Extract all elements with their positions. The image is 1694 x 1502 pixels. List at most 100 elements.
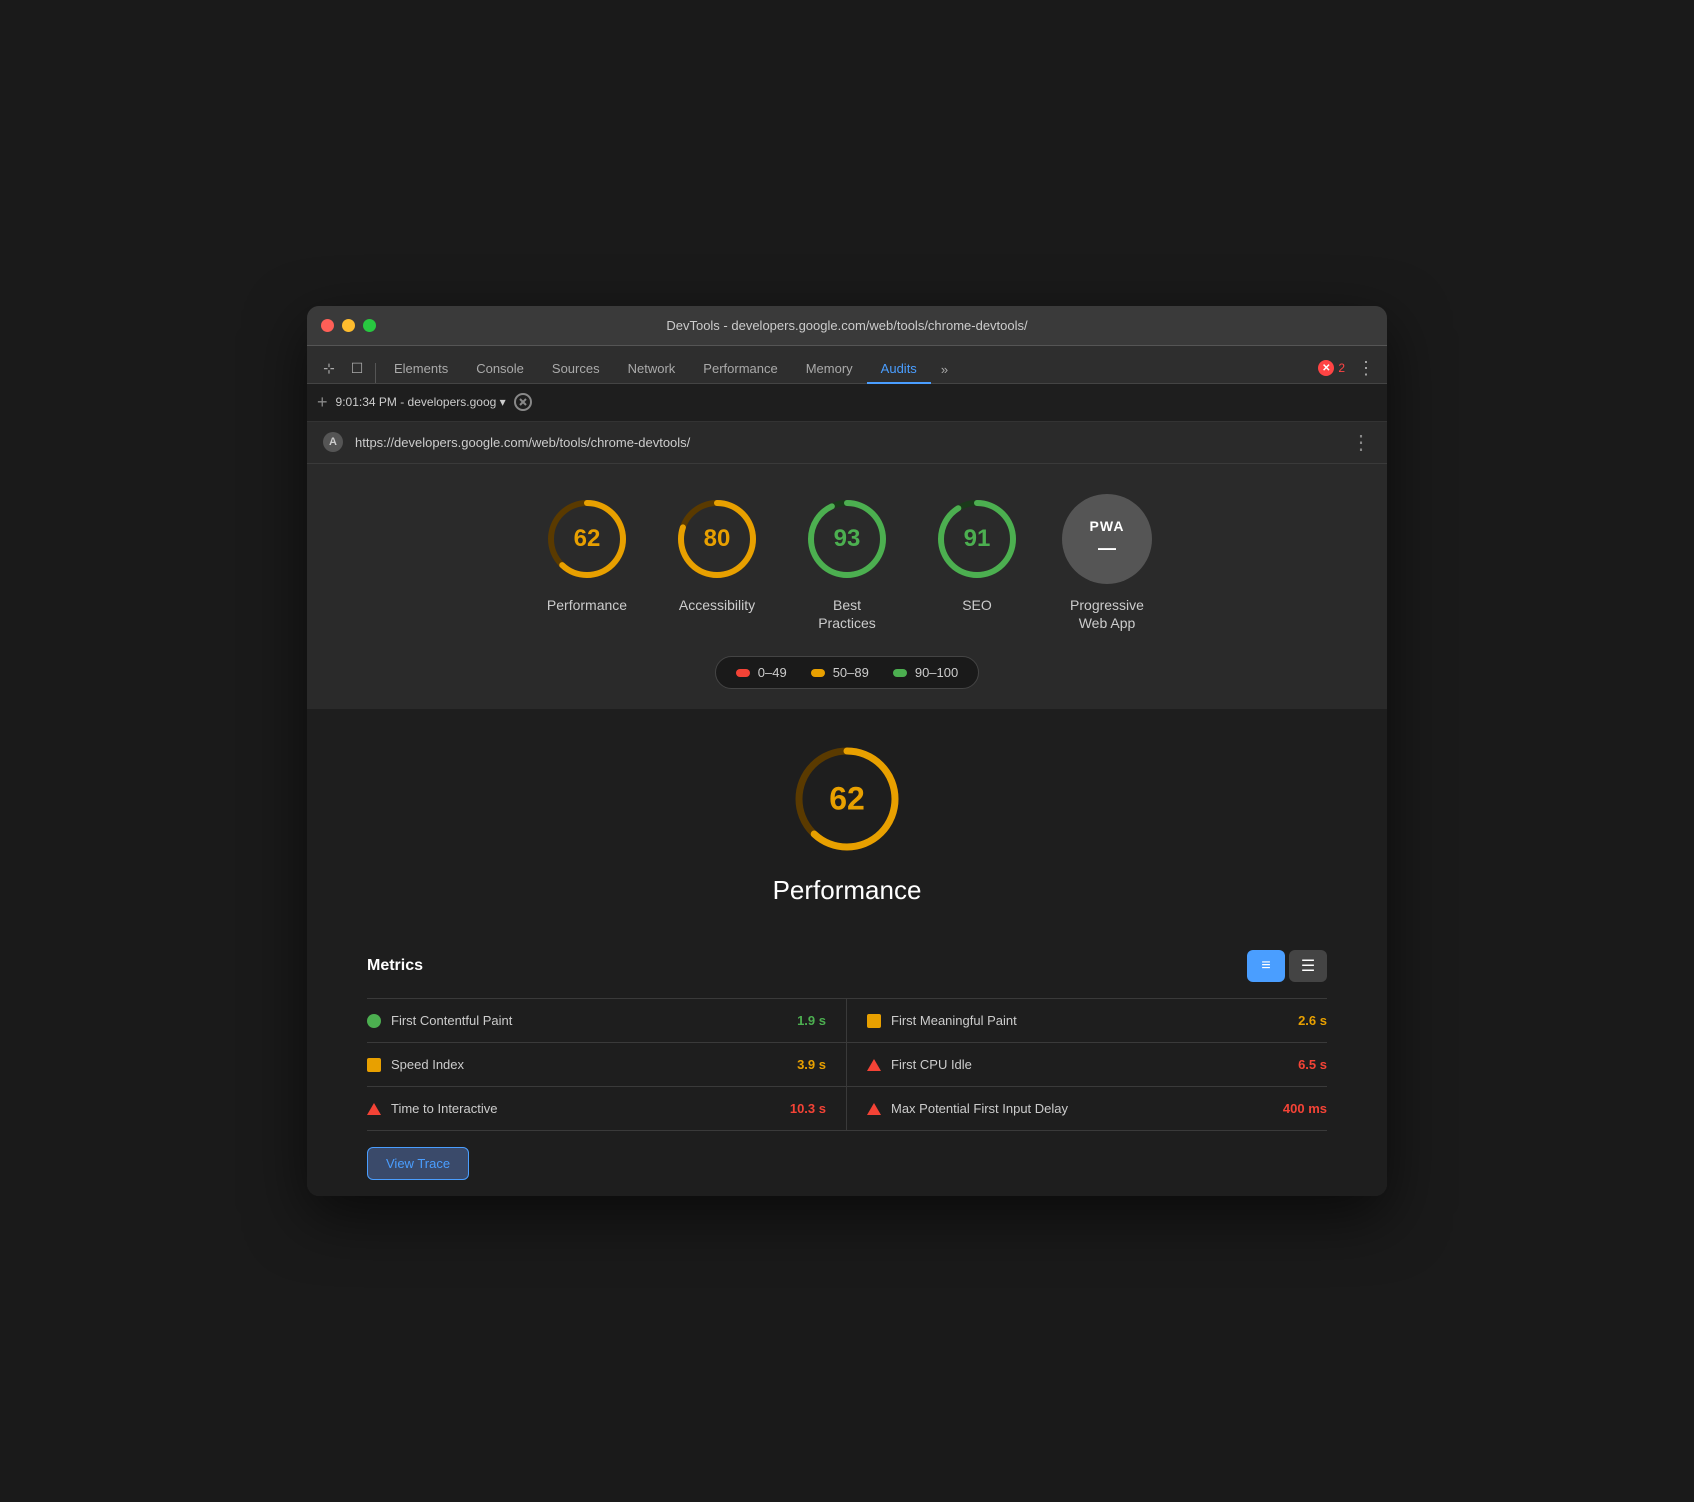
score-item-best-practices[interactable]: 93 BestPractices <box>802 494 892 632</box>
table-row: First Contentful Paint 1.9 s First Meani… <box>367 999 1327 1043</box>
si-value: 3.9 s <box>797 1057 826 1072</box>
fmp-indicator <box>867 1014 881 1028</box>
scores-row: 62 Performance 80 Accessibility <box>542 494 1152 632</box>
page-favicon: A <box>323 432 343 452</box>
legend-label-red: 0–49 <box>758 665 787 680</box>
devtools-tabs: ⊹ ☐ Elements Console Sources Network Per… <box>307 346 1387 384</box>
toggle-grid-button[interactable]: ≡ <box>1247 950 1285 982</box>
tti-indicator <box>367 1103 381 1115</box>
window-title: DevTools - developers.google.com/web/too… <box>666 318 1027 333</box>
toggle-list-button[interactable]: ☰ <box>1289 950 1327 982</box>
score-item-performance[interactable]: 62 Performance <box>542 494 632 614</box>
tab-info: 9:01:34 PM - developers.goog ▾ <box>336 395 506 409</box>
metrics-title: Metrics <box>367 957 423 975</box>
score-label-seo: SEO <box>962 596 992 614</box>
score-circle-best-practices: 93 <box>802 494 892 584</box>
bottom-area: View Trace <box>307 1131 1387 1196</box>
page-url: https://developers.google.com/web/tools/… <box>355 435 690 450</box>
si-indicator <box>367 1058 381 1072</box>
metric-cell-si: Speed Index 3.9 s <box>367 1043 847 1086</box>
perf-detail-circle: 62 <box>787 739 907 859</box>
metric-cell-fmp: First Meaningful Paint 2.6 s <box>847 999 1327 1042</box>
legend-dot-green <box>893 669 907 677</box>
metrics-grid: First Contentful Paint 1.9 s First Meani… <box>367 998 1327 1131</box>
title-bar: DevTools - developers.google.com/web/too… <box>307 306 1387 346</box>
legend-label-orange: 50–89 <box>833 665 869 680</box>
tab-sources[interactable]: Sources <box>538 355 614 384</box>
legend-dot-red <box>736 669 750 677</box>
fcp-name: First Contentful Paint <box>391 1013 787 1028</box>
legend-dot-orange <box>811 669 825 677</box>
score-legend: 0–49 50–89 90–100 <box>715 656 979 689</box>
close-button[interactable] <box>321 319 334 332</box>
mpfid-value: 400 ms <box>1283 1101 1327 1116</box>
perf-detail-title: Performance <box>773 875 922 906</box>
mpfid-indicator <box>867 1103 881 1115</box>
inspect-icon[interactable]: ⊹ <box>315 355 343 383</box>
score-value-seo: 91 <box>964 525 991 553</box>
devtools-body: A https://developers.google.com/web/tool… <box>307 422 1387 1196</box>
error-badge: ✕ 2 <box>1318 360 1345 376</box>
score-value-accessibility: 80 <box>704 525 731 553</box>
fci-name: First CPU Idle <box>891 1057 1288 1072</box>
tab-elements[interactable]: Elements <box>380 355 462 384</box>
score-circle-accessibility: 80 <box>672 494 762 584</box>
score-label-pwa: ProgressiveWeb App <box>1070 596 1144 632</box>
lighthouse-menu-icon[interactable]: ⋮ <box>1351 430 1371 455</box>
score-circle-seo: 91 <box>932 494 1022 584</box>
tabs-overflow-button[interactable]: » <box>931 356 958 383</box>
score-item-accessibility[interactable]: 80 Accessibility <box>672 494 762 614</box>
toolbar-divider <box>375 363 376 383</box>
metrics-section: Metrics ≡ ☰ First Contentful Paint <box>307 950 1387 1131</box>
table-row: Time to Interactive 10.3 s Max Potential… <box>367 1087 1327 1131</box>
perf-detail-section: 62 Performance <box>307 709 1387 950</box>
grid-view-icon: ≡ <box>1261 957 1270 975</box>
error-icon: ✕ <box>1318 360 1334 376</box>
tabs-right-controls: ✕ 2 ⋮ <box>1318 358 1379 383</box>
fcp-value: 1.9 s <box>797 1013 826 1028</box>
tab-memory[interactable]: Memory <box>792 355 867 384</box>
stop-icon[interactable] <box>514 393 532 411</box>
traffic-lights <box>321 319 376 332</box>
minimize-button[interactable] <box>342 319 355 332</box>
metric-cell-fci: First CPU Idle 6.5 s <box>847 1043 1327 1086</box>
device-icon[interactable]: ☐ <box>343 355 371 383</box>
view-trace-button[interactable]: View Trace <box>367 1147 469 1180</box>
error-count: 2 <box>1338 361 1345 375</box>
new-tab-button[interactable]: + <box>317 392 328 413</box>
metric-cell-mpfid: Max Potential First Input Delay 400 ms <box>847 1087 1327 1130</box>
score-value-best-practices: 93 <box>834 525 861 553</box>
perf-detail-score: 62 <box>829 781 865 818</box>
more-options-icon[interactable]: ⋮ <box>1353 358 1379 379</box>
maximize-button[interactable] <box>363 319 376 332</box>
tab-performance[interactable]: Performance <box>689 355 791 384</box>
tti-value: 10.3 s <box>790 1101 826 1116</box>
tab-network[interactable]: Network <box>614 355 690 384</box>
metrics-header: Metrics ≡ ☰ <box>367 950 1327 982</box>
score-label-performance: Performance <box>547 596 627 614</box>
score-value-performance: 62 <box>574 525 601 553</box>
table-row: Speed Index 3.9 s First CPU Idle 6.5 s <box>367 1043 1327 1087</box>
metric-cell-tti: Time to Interactive 10.3 s <box>367 1087 847 1130</box>
browser-url-bar: + 9:01:34 PM - developers.goog ▾ <box>307 384 1387 422</box>
tab-console[interactable]: Console <box>462 355 538 384</box>
legend-item-green: 90–100 <box>893 665 958 680</box>
scores-section: 62 Performance 80 Accessibility <box>307 464 1387 709</box>
legend-item-red: 0–49 <box>736 665 787 680</box>
list-view-icon: ☰ <box>1301 956 1315 976</box>
fci-indicator <box>867 1059 881 1071</box>
legend-item-orange: 50–89 <box>811 665 869 680</box>
mpfid-name: Max Potential First Input Delay <box>891 1101 1273 1116</box>
metric-cell-fcp: First Contentful Paint 1.9 s <box>367 999 847 1042</box>
score-label-best-practices: BestPractices <box>818 596 876 632</box>
si-name: Speed Index <box>391 1057 787 1072</box>
metrics-toggle: ≡ ☰ <box>1247 950 1327 982</box>
score-circle-performance: 62 <box>542 494 632 584</box>
fmp-name: First Meaningful Paint <box>891 1013 1288 1028</box>
pwa-label: PWA <box>1090 518 1125 534</box>
tti-name: Time to Interactive <box>391 1101 780 1116</box>
fcp-indicator <box>367 1014 381 1028</box>
score-item-seo[interactable]: 91 SEO <box>932 494 1022 614</box>
score-item-pwa[interactable]: PWA — ProgressiveWeb App <box>1062 494 1152 632</box>
tab-audits[interactable]: Audits <box>867 355 931 384</box>
